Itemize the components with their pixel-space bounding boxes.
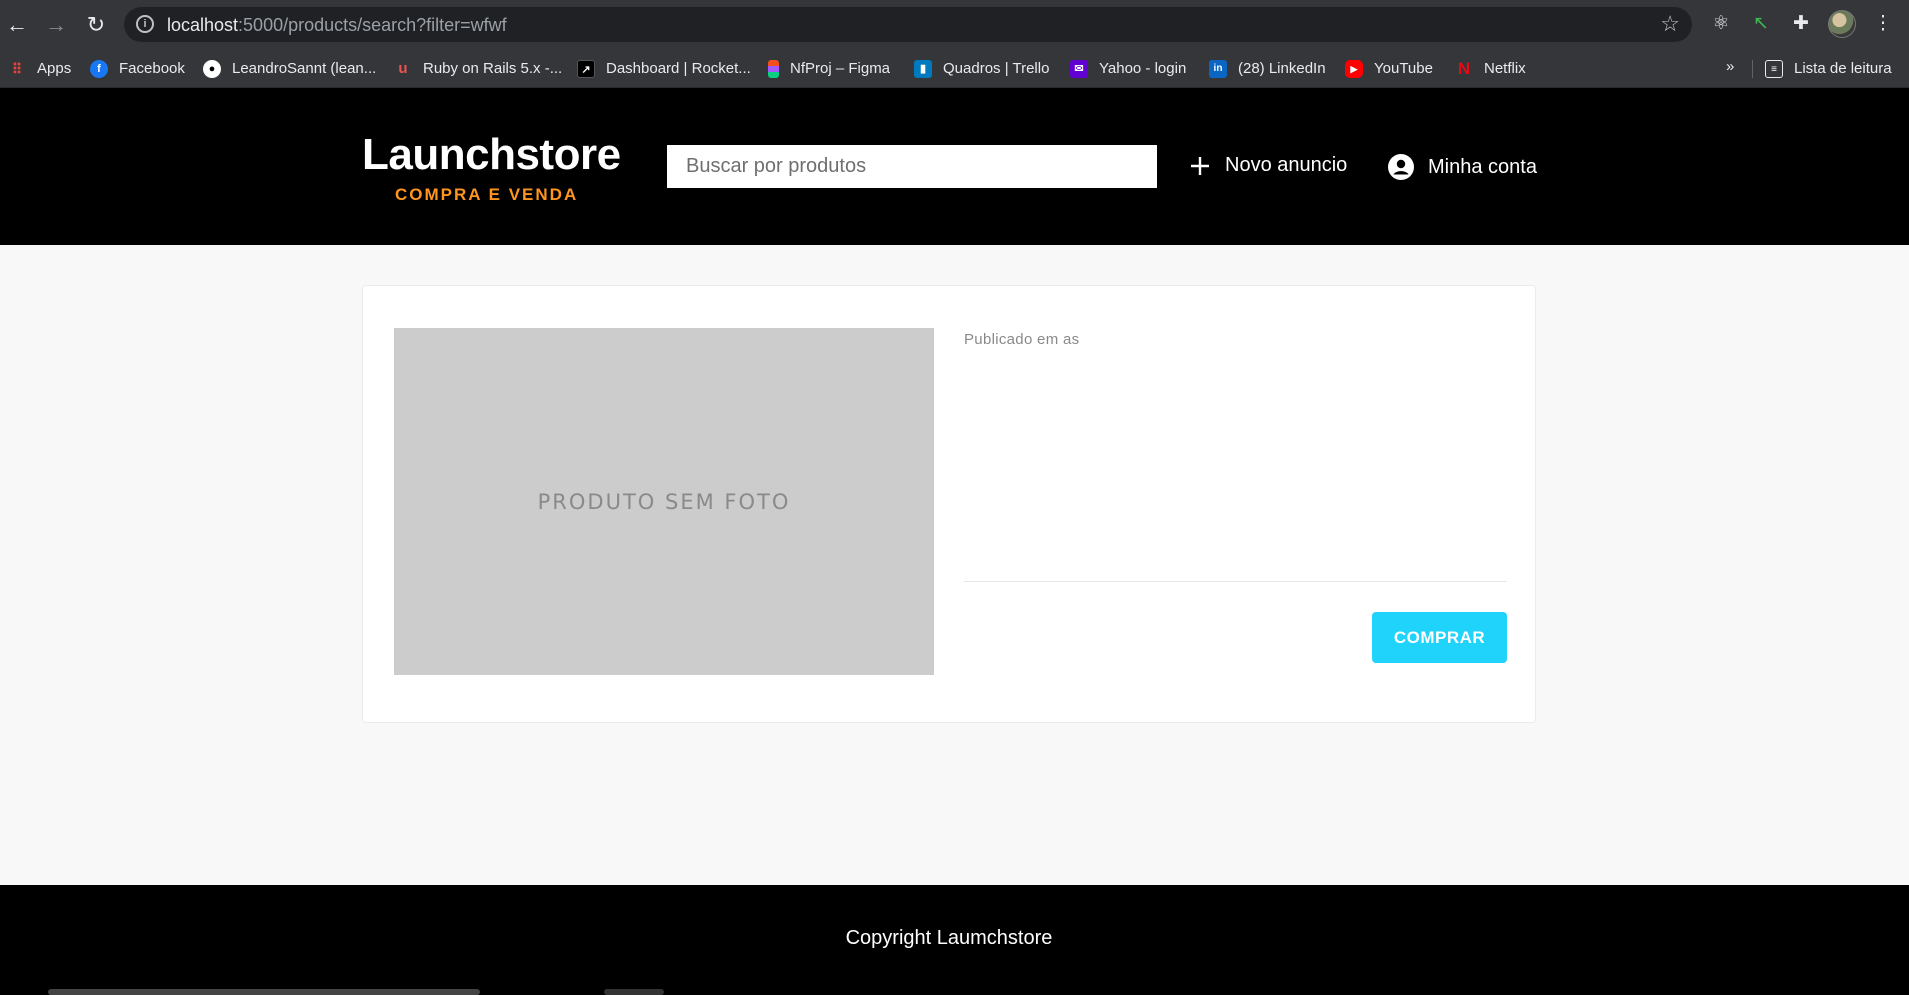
- logo-title[interactable]: Launchstore: [362, 130, 621, 180]
- product-photo-placeholder[interactable]: PRODUTO SEM FOTO: [394, 328, 934, 675]
- copyright-text: Copyright Laumchstore: [845, 927, 1053, 949]
- yahoo-mail-icon: ✉: [1070, 59, 1088, 78]
- site-header: Launchstore COMPRA E VENDA Novo anuncio …: [0, 88, 1909, 245]
- browser-toolbar: ← → ↻ i localhost:5000/products/search?f…: [0, 0, 1909, 49]
- apps-grid-icon: ⠿: [11, 60, 23, 77]
- url-host: localhost: [167, 15, 239, 35]
- no-photo-text: PRODUTO SEM FOTO: [537, 489, 791, 514]
- reading-list-icon: ≡: [1765, 59, 1783, 78]
- figma-icon: [768, 59, 779, 78]
- bookmark-star-icon[interactable]: ☆: [1660, 11, 1680, 37]
- rocketseat-icon: ↗: [577, 59, 595, 78]
- divider: [964, 581, 1507, 582]
- bookmark-youtube[interactable]: ▶ YouTube: [1345, 49, 1433, 88]
- bookmark-github[interactable]: ● LeandroSannt (lean...: [203, 49, 376, 88]
- reading-list-label: Lista de leitura: [1794, 60, 1892, 77]
- youtube-icon: ▶: [1345, 59, 1363, 78]
- bookmark-label: Netflix: [1484, 60, 1526, 77]
- linkedin-icon: in: [1209, 59, 1227, 78]
- bookmark-yahoo[interactable]: ✉ Yahoo - login: [1070, 49, 1186, 88]
- bookmark-label: Yahoo - login: [1099, 60, 1187, 77]
- bookmark-label: Ruby on Rails 5.x -...: [423, 60, 563, 77]
- address-bar[interactable]: i localhost:5000/products/search?filter=…: [124, 7, 1692, 42]
- url-text[interactable]: localhost:5000/products/search?filter=wf…: [167, 15, 507, 36]
- bookmark-label: NfProj – Figma: [790, 60, 891, 77]
- bookmarks-bar: ⠿ Apps f Facebook ● LeandroSannt (lean..…: [0, 49, 1909, 88]
- reading-list-button[interactable]: ≡ Lista de leitura: [1765, 49, 1892, 88]
- buy-button[interactable]: COMPRAR: [1372, 612, 1507, 663]
- bookmark-trello[interactable]: ▮ Quadros | Trello: [914, 49, 1049, 88]
- react-devtools-icon[interactable]: ⚛: [1708, 11, 1734, 37]
- new-ad-label: Novo anuncio: [1225, 154, 1348, 176]
- browser-menu-icon[interactable]: ⋮: [1870, 11, 1896, 37]
- horizontal-scrollbar[interactable]: [48, 989, 480, 995]
- bookmark-label: Quadros | Trello: [943, 60, 1050, 77]
- bookmark-label: (28) LinkedIn: [1238, 60, 1326, 77]
- back-arrow-icon[interactable]: ←: [2, 10, 32, 40]
- published-date: Publicado em as: [964, 331, 1080, 348]
- site-footer: Copyright Laumchstore: [0, 885, 1909, 995]
- site-info-icon[interactable]: i: [136, 15, 154, 33]
- bookmark-facebook[interactable]: f Facebook: [90, 49, 185, 88]
- product-card: PRODUTO SEM FOTO Publicado em as COMPRAR: [362, 285, 1536, 723]
- plus-icon: [1191, 156, 1209, 175]
- extensions-puzzle-icon[interactable]: ✚: [1788, 11, 1814, 37]
- account-circle-icon: [1388, 154, 1414, 180]
- github-icon: ●: [203, 59, 221, 78]
- netflix-icon: N: [1457, 58, 1471, 78]
- bookmark-netflix[interactable]: N Netflix: [1455, 49, 1526, 88]
- my-account-label: Minha conta: [1428, 155, 1537, 178]
- url-path: :5000/products/search?filter=wfwf: [238, 15, 507, 35]
- bookmark-label: LeandroSannt (lean...: [232, 60, 377, 77]
- bookmarks-overflow-button[interactable]: »: [1726, 58, 1734, 75]
- bookmark-label: Facebook: [119, 60, 185, 77]
- bookmark-label: YouTube: [1374, 60, 1433, 77]
- bookmark-ruby-on-rails[interactable]: u Ruby on Rails 5.x -...: [394, 49, 562, 88]
- facebook-icon: f: [90, 59, 108, 78]
- bookmark-apps[interactable]: ⠿ Apps: [8, 49, 71, 88]
- profile-avatar[interactable]: [1828, 10, 1856, 38]
- my-account-link[interactable]: Minha conta: [1388, 154, 1537, 180]
- bookmark-figma[interactable]: NfProj – Figma: [768, 49, 890, 88]
- bookmark-linkedin[interactable]: in (28) LinkedIn: [1209, 49, 1326, 88]
- forward-arrow-icon[interactable]: →: [41, 10, 71, 40]
- reload-icon[interactable]: ↻: [81, 10, 111, 40]
- horizontal-scrollbar-thumb[interactable]: [604, 989, 664, 995]
- logo-subtitle: COMPRA E VENDA: [395, 185, 579, 204]
- bookmarks-divider: [1752, 60, 1753, 78]
- bookmark-rocketseat[interactable]: ↗ Dashboard | Rocket...: [577, 49, 751, 88]
- bookmark-label: Apps: [37, 60, 72, 77]
- udemy-icon: u: [398, 59, 408, 77]
- search-input[interactable]: [667, 145, 1157, 188]
- bookmark-label: Dashboard | Rocket...: [606, 60, 751, 77]
- new-ad-link[interactable]: Novo anuncio: [1189, 154, 1347, 177]
- cursor-extension-icon[interactable]: ↖: [1748, 11, 1774, 37]
- trello-icon: ▮: [914, 59, 932, 78]
